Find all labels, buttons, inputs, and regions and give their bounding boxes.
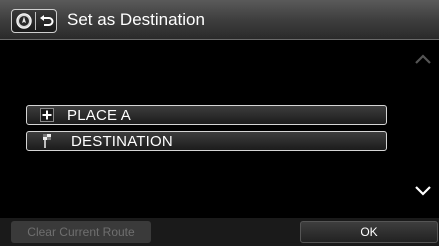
chevron-up-icon[interactable] [413, 52, 433, 66]
chevron-down-icon[interactable] [413, 184, 433, 198]
page-title: Set as Destination [67, 10, 205, 29]
button-divider [35, 12, 36, 30]
back-button[interactable] [11, 9, 57, 33]
list-item-label: PLACE A [67, 107, 131, 124]
ok-button[interactable]: OK [300, 221, 438, 243]
list-area [0, 41, 439, 217]
list-item-label: DESTINATION [71, 133, 173, 150]
header-bar: Set as Destination [0, 0, 439, 40]
list-item-place-a[interactable]: PLACE A [26, 105, 387, 125]
plus-icon [40, 108, 54, 122]
compass-icon [16, 13, 32, 29]
clear-current-route-button[interactable]: Clear Current Route [11, 221, 151, 243]
list-item-destination[interactable]: DESTINATION [26, 131, 387, 151]
destination-flag-icon [43, 134, 51, 148]
back-arrow-icon [40, 15, 54, 26]
